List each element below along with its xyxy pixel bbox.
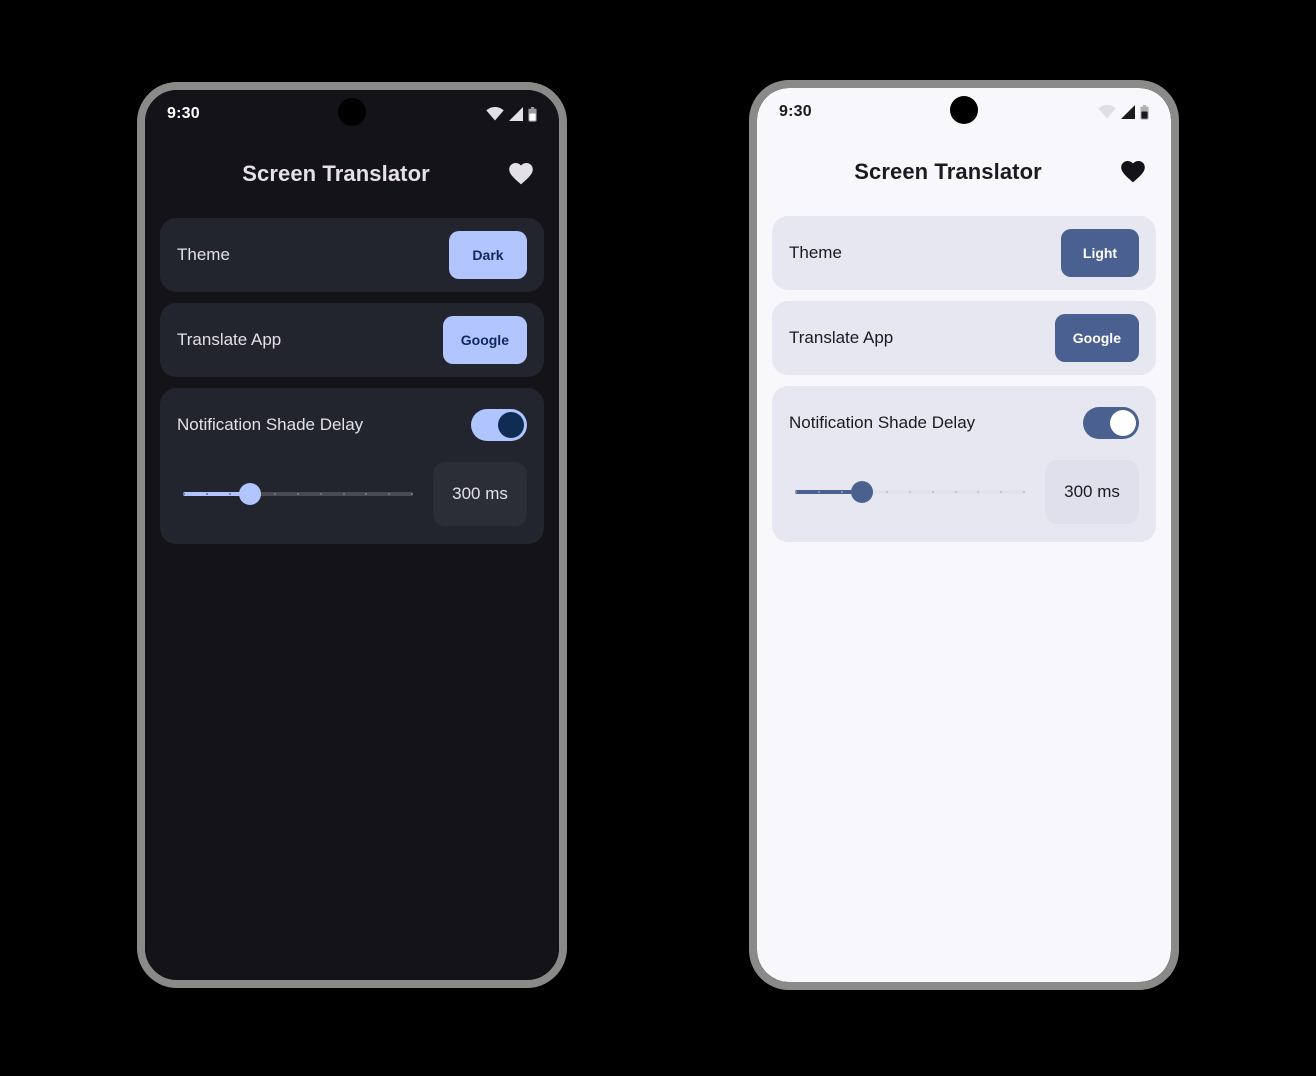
heart-icon[interactable]: [1117, 156, 1149, 188]
row-translate-app: Translate App Google: [160, 303, 544, 377]
delay-value-box: 300 ms: [1045, 460, 1139, 524]
cellular-signal-icon: [508, 107, 524, 121]
heart-icon[interactable]: [505, 158, 537, 190]
status-clock: 9:30: [779, 103, 812, 120]
card-theme: Theme Dark: [160, 218, 544, 292]
row-translate-app: Translate App Google: [772, 301, 1156, 375]
slider-thumb[interactable]: [850, 481, 873, 503]
wifi-icon: [486, 107, 504, 121]
translate-app-value-button[interactable]: Google: [442, 316, 527, 364]
row-notification-shade-delay: Notification Shade Delay: [772, 386, 1156, 460]
battery-icon: [1140, 104, 1149, 120]
status-bar: 9:30: [757, 88, 1171, 136]
camera-cutout-icon: [950, 96, 978, 124]
app-bar: Screen Translator: [757, 136, 1171, 208]
phone-frame-dark: 9:30 Screen Translator Theme Dark Transl…: [137, 82, 567, 988]
page-title: Screen Translator: [242, 161, 430, 186]
card-translate-app: Translate App Google: [772, 301, 1156, 375]
camera-cutout-icon: [338, 98, 366, 126]
toggle-knob: [498, 412, 524, 438]
translate-app-label: Translate App: [177, 330, 282, 349]
translate-app-value-button[interactable]: Google: [1054, 314, 1139, 362]
card-notification-shade-delay: Notification Shade Delay 300 ms: [160, 388, 544, 544]
delay-value-box: 300 ms: [433, 462, 527, 526]
notification-shade-delay-toggle[interactable]: [1083, 407, 1139, 439]
app-bar: Screen Translator: [145, 138, 559, 210]
theme-label: Theme: [177, 245, 230, 264]
settings-list: Theme Light Translate App Google Notific…: [757, 208, 1171, 542]
status-clock: 9:30: [167, 105, 200, 122]
mockup-stage: 9:30 Screen Translator Theme Dark Transl…: [0, 0, 1316, 1076]
slider-thumb[interactable]: [238, 483, 261, 505]
delay-slider[interactable]: [789, 474, 1031, 510]
toggle-knob: [1110, 410, 1136, 436]
battery-icon: [528, 106, 537, 122]
row-theme: Theme Light: [772, 216, 1156, 290]
delay-slider-row: 300 ms: [160, 462, 544, 544]
notification-shade-delay-label: Notification Shade Delay: [789, 413, 976, 432]
notification-shade-delay-toggle[interactable]: [471, 409, 527, 441]
page-title: Screen Translator: [854, 159, 1042, 184]
translate-app-label: Translate App: [789, 328, 894, 347]
delay-slider-row: 300 ms: [772, 460, 1156, 542]
status-icons: [1098, 104, 1149, 120]
theme-label: Theme: [789, 243, 842, 262]
theme-value-button[interactable]: Light: [1061, 229, 1139, 277]
status-icons: [486, 106, 537, 122]
wifi-icon: [1098, 105, 1116, 119]
cellular-signal-icon: [1120, 105, 1136, 119]
card-translate-app: Translate App Google: [160, 303, 544, 377]
notification-shade-delay-label: Notification Shade Delay: [177, 415, 364, 434]
settings-list: Theme Dark Translate App Google Notifica…: [145, 210, 559, 544]
theme-value-button[interactable]: Dark: [449, 231, 527, 279]
phone-screen-light: 9:30 Screen Translator Theme Light Trans…: [757, 88, 1171, 982]
row-theme: Theme Dark: [160, 218, 544, 292]
phone-frame-light: 9:30 Screen Translator Theme Light Trans…: [749, 80, 1179, 990]
delay-slider[interactable]: [177, 476, 419, 512]
card-theme: Theme Light: [772, 216, 1156, 290]
status-bar: 9:30: [145, 90, 559, 138]
card-notification-shade-delay: Notification Shade Delay 300 ms: [772, 386, 1156, 542]
phone-screen-dark: 9:30 Screen Translator Theme Dark Transl…: [145, 90, 559, 980]
row-notification-shade-delay: Notification Shade Delay: [160, 388, 544, 462]
